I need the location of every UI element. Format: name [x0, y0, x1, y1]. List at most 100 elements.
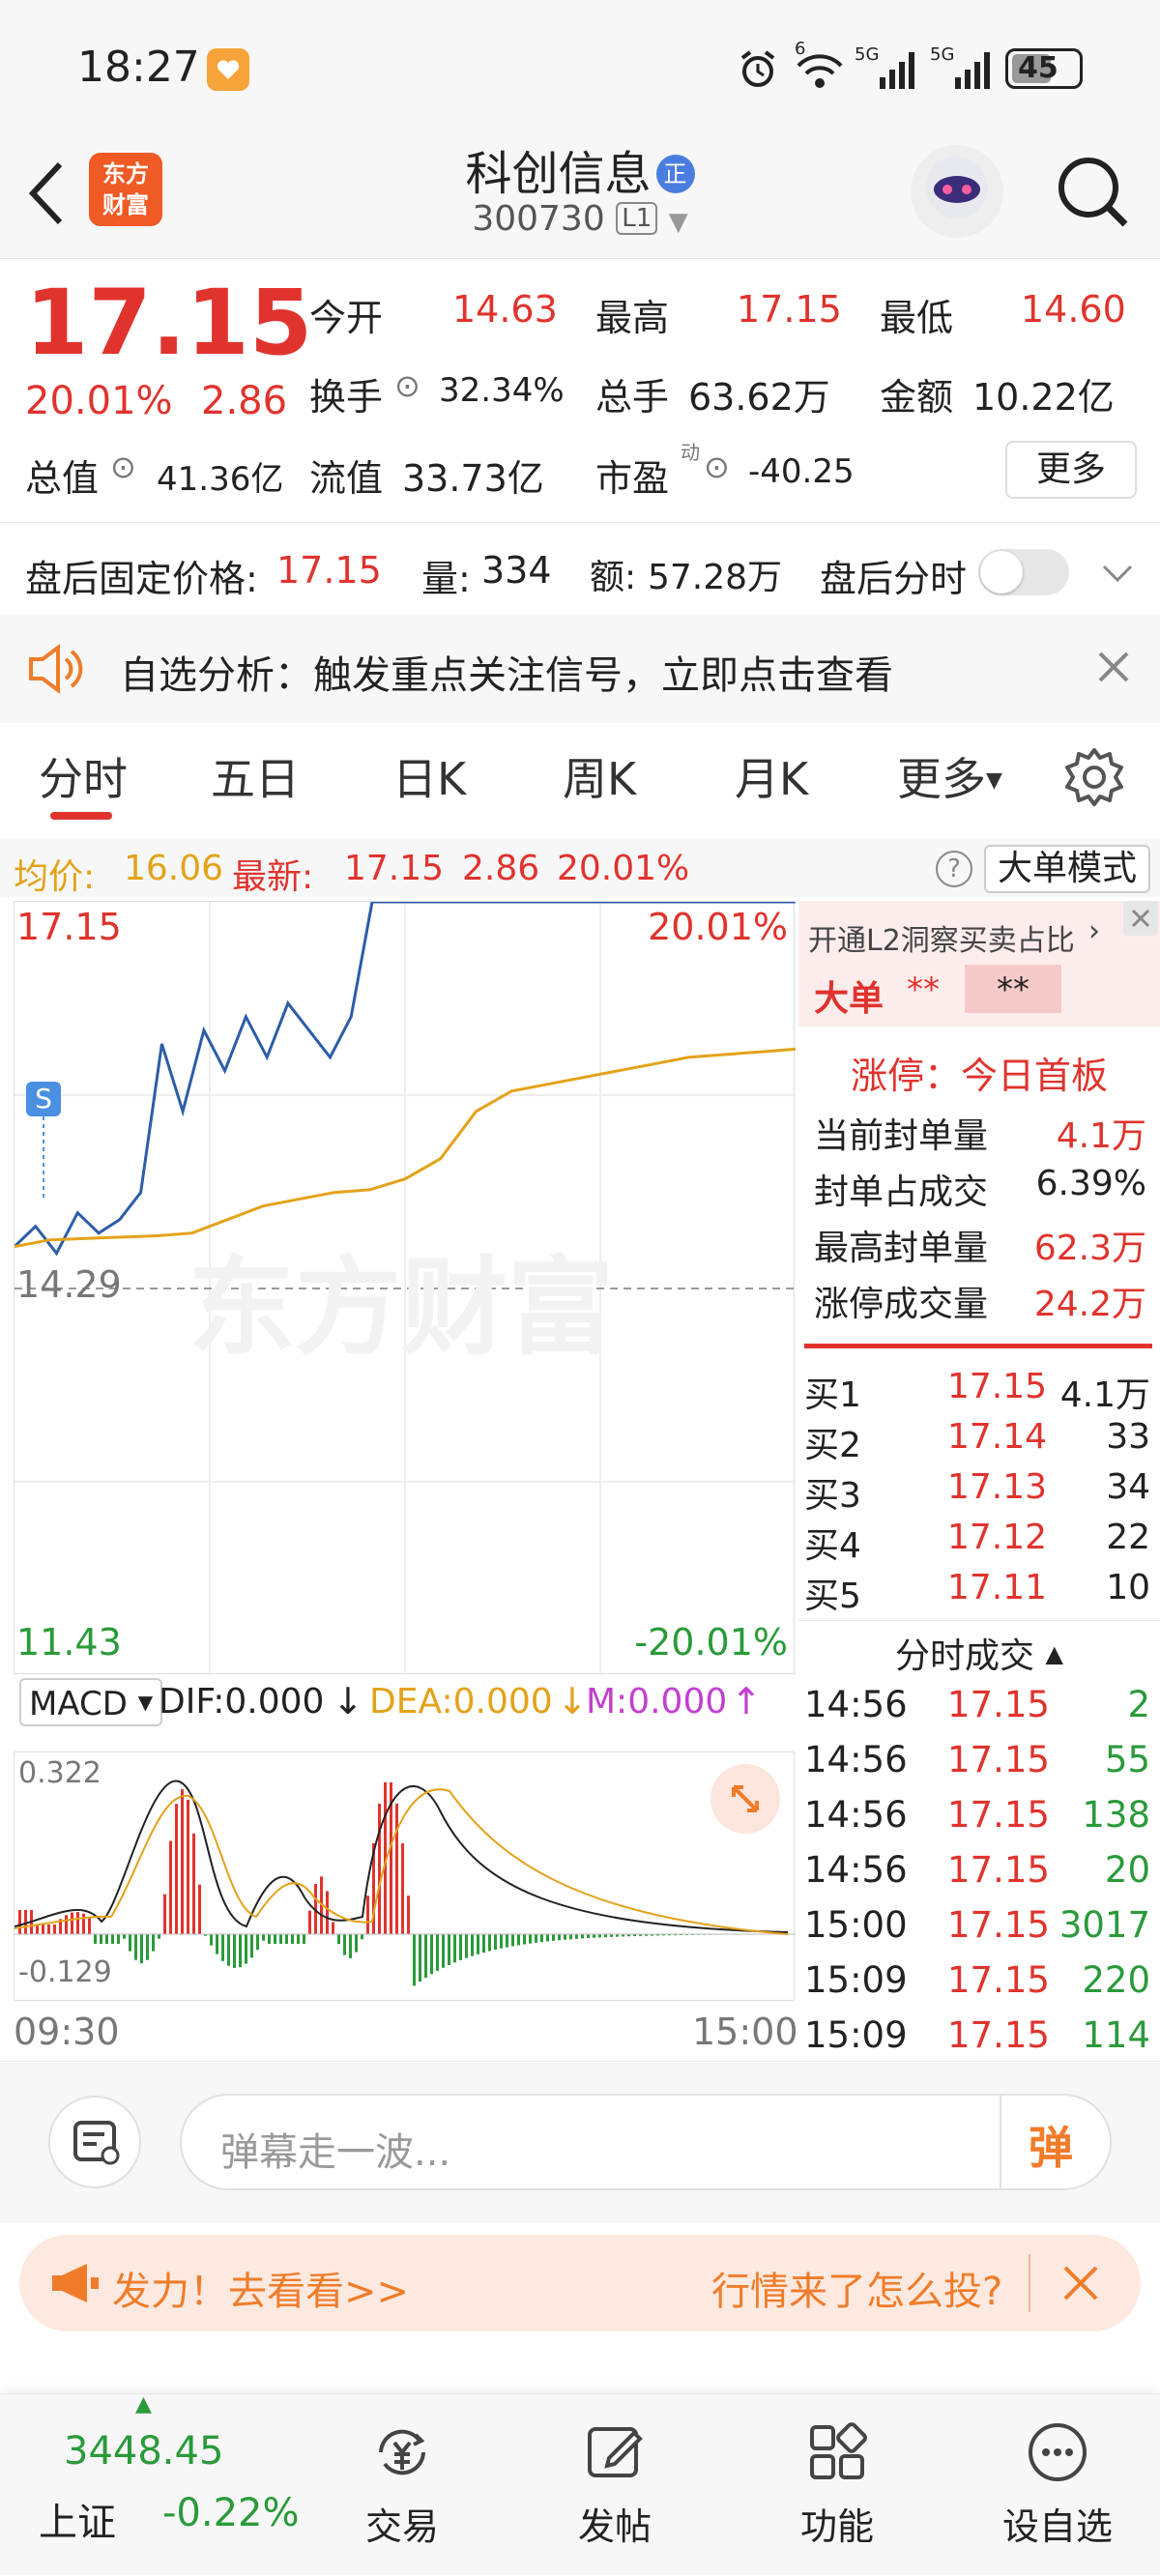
- l2-chevron-icon: ›: [1088, 914, 1100, 948]
- intraday-chart[interactable]: 东方财富 17.15 20.01% 14.29 11.43 -20.01% S: [14, 901, 796, 1675]
- signal-2-label: 5G: [930, 44, 955, 65]
- signal-icon-2: 5G: [930, 44, 998, 97]
- sort-up-icon: ▲: [1045, 1640, 1063, 1667]
- tab-month-k[interactable]: 月K: [735, 744, 808, 808]
- macd-bar: [308, 1910, 311, 1934]
- search-icon[interactable]: [1052, 151, 1133, 236]
- analysis-banner[interactable]: 自选分析：触发重点关注信号，立即点击查看: [0, 615, 1160, 723]
- chevron-down-icon[interactable]: [1098, 553, 1137, 595]
- open-value: 14.63: [452, 288, 558, 331]
- macd-bar: [158, 1934, 160, 1939]
- macd-m: M:0.000: [586, 1682, 728, 1722]
- l2-close-icon[interactable]: [1123, 901, 1158, 936]
- after-hours-vol-label: 量:: [421, 558, 471, 600]
- macd-bar: [256, 1934, 259, 1951]
- nav-functions[interactable]: 功能: [740, 2394, 934, 2576]
- y-top-pct: 20.01%: [648, 906, 788, 948]
- tab-day-k[interactable]: 日K: [392, 744, 466, 808]
- big-order-mode-button[interactable]: 大单模式: [984, 845, 1150, 893]
- danmaku-settings-icon[interactable]: [48, 2096, 141, 2188]
- danmaku-placeholder: 弹幕走一波...: [220, 2130, 451, 2175]
- deal-time: 15:09: [804, 1959, 908, 2001]
- turnover-label: 换手: [309, 376, 384, 419]
- macd-bar: [575, 1934, 578, 1939]
- nav-post[interactable]: 发帖: [518, 2394, 711, 2576]
- bid-label: 买4: [804, 1526, 861, 1566]
- turnover-info-icon[interactable]: ⊙: [394, 367, 420, 404]
- danmaku-send-button[interactable]: 弹: [1029, 2113, 1073, 2177]
- change-amount: 2.86: [201, 379, 288, 423]
- m-up-arrow-icon: ↑: [731, 1680, 762, 1722]
- index-value: 3448.45: [64, 2429, 224, 2474]
- promo-close-icon[interactable]: [1059, 2262, 1102, 2308]
- bid-qty: 22: [1106, 1518, 1150, 1557]
- high-value: 17.15: [737, 288, 842, 331]
- mktcap-info-icon[interactable]: ⊙: [110, 449, 136, 485]
- deal-time: 15:09: [804, 2014, 908, 2056]
- bid-price: 17.15: [947, 1367, 1048, 1406]
- battery-icon: 45: [1005, 48, 1083, 89]
- deal-qty: 55: [1104, 1739, 1150, 1780]
- bid-label: 买3: [804, 1476, 861, 1516]
- index-change: -0.22%: [162, 2491, 300, 2535]
- macd-bar: [529, 1934, 532, 1944]
- robot-avatar-icon[interactable]: [911, 145, 1003, 238]
- float-value: 33.73亿: [402, 457, 544, 500]
- after-hours-toggle[interactable]: [978, 549, 1069, 595]
- time-start-label: 09:30: [14, 2011, 120, 2053]
- stat-value: 62.3万: [1033, 1229, 1146, 1268]
- help-icon[interactable]: ?: [936, 851, 972, 887]
- deal-qty: 20: [1104, 1849, 1150, 1891]
- tab-five-day[interactable]: 五日: [211, 744, 300, 808]
- after-hours-price: 17.15: [276, 549, 382, 592]
- pe-dynamic-sup: 动: [681, 441, 700, 464]
- deal-time: 14:56: [804, 1849, 908, 1891]
- macd-bar: [332, 1922, 334, 1934]
- signal-marker[interactable]: S: [26, 1082, 61, 1116]
- settings-gear-icon[interactable]: [1063, 746, 1125, 812]
- macd-bar: [233, 1934, 236, 1968]
- macd-bar: [279, 1934, 282, 1944]
- index-name: 上证: [39, 2501, 116, 2545]
- deal-qty: 138: [1082, 1794, 1150, 1836]
- macd-bar: [134, 1934, 137, 1960]
- current-price: 17.15: [25, 271, 313, 376]
- tab-week-k[interactable]: 周K: [563, 744, 636, 808]
- macd-selector[interactable]: MACD ▼: [19, 1678, 163, 1726]
- macd-bar: [94, 1934, 97, 1944]
- nav-add-watchlist[interactable]: 设自选: [961, 2394, 1154, 2576]
- deal-qty: 114: [1082, 2014, 1150, 2056]
- tab-intraday[interactable]: 分时: [39, 744, 128, 808]
- deals-header[interactable]: 分时成交 ▲: [798, 1628, 1160, 1678]
- bid-row: 买2 17.14 33: [804, 1417, 1150, 1467]
- bid-price: 17.13: [947, 1467, 1048, 1507]
- nav-trade[interactable]: 交易: [305, 2394, 499, 2576]
- tab-active-indicator: [50, 812, 112, 820]
- index-ticker[interactable]: ▲ 3448.45 上证 -0.22%: [0, 2392, 329, 2576]
- macd-bar: [146, 1934, 149, 1960]
- macd-bar: [221, 1934, 224, 1961]
- watermark: 东方财富: [188, 1246, 614, 1370]
- mktcap-value: 41.36亿: [157, 460, 284, 499]
- danmaku-input[interactable]: 弹幕走一波... 弹: [180, 2094, 1112, 2190]
- promo-banner[interactable]: 发力！去看看>> 行情来了怎么投?: [19, 2235, 1141, 2331]
- macd-bar: [459, 1934, 462, 1960]
- latest-change: 2.86: [462, 849, 540, 888]
- l2-panel[interactable]: 开通L2洞察买卖占比 › 大单 ** **: [798, 901, 1160, 1027]
- after-hours-amt-label: 额:: [590, 558, 637, 597]
- deal-row: 14:56 17.15 2: [804, 1684, 1150, 1738]
- stat-value: 4.1万: [1056, 1116, 1146, 1156]
- pe-info-icon[interactable]: ⊙: [704, 449, 730, 485]
- macd-bar: [181, 1789, 184, 1934]
- macd-bar: [140, 1934, 143, 1963]
- more-button[interactable]: 更多: [1005, 441, 1137, 499]
- tab-more[interactable]: 更多▼: [897, 744, 1002, 808]
- expand-icon[interactable]: [710, 1764, 780, 1834]
- macd-bar: [511, 1934, 514, 1947]
- close-icon[interactable]: [1094, 648, 1133, 690]
- nav-functions-label: 功能: [799, 2505, 874, 2548]
- input-divider: [1000, 2096, 1001, 2188]
- divider: [798, 1620, 1160, 1621]
- deal-time: 14:56: [804, 1794, 908, 1836]
- macd-bar: [175, 1804, 178, 1934]
